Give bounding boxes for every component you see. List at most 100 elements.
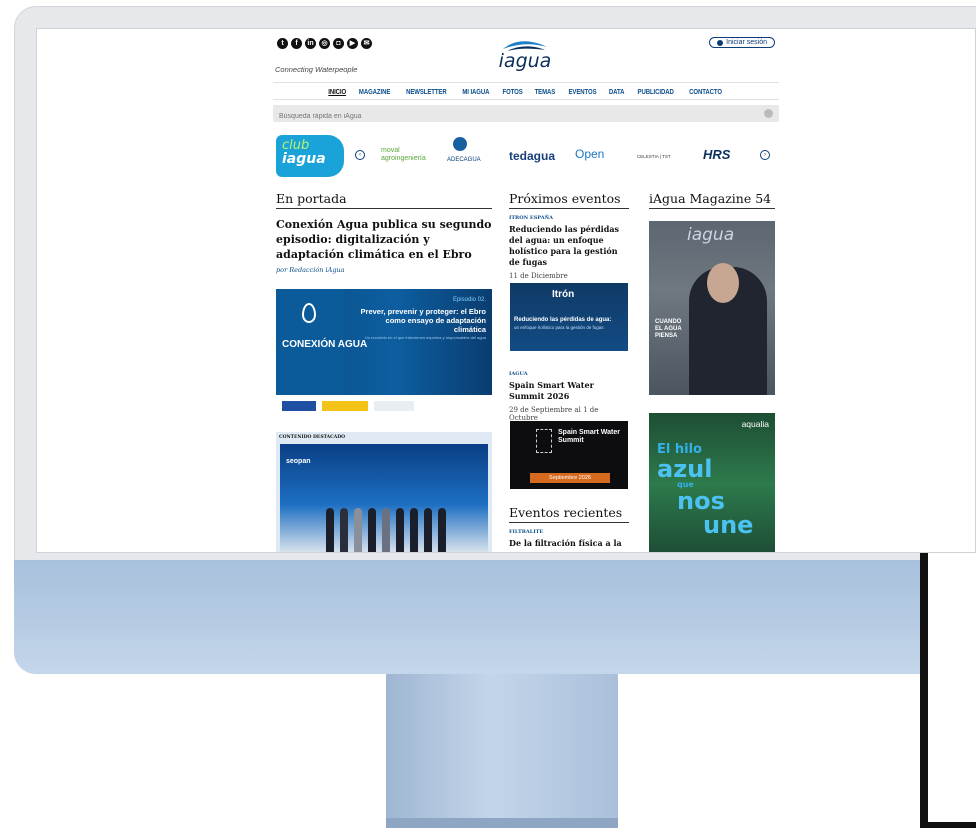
person-figure	[382, 508, 390, 552]
club-iagua-carousel: club iagua ‹ moval agroingeniería ADECAG…	[273, 131, 779, 181]
aqualia-ad[interactable]: aqualia El hilo azul que nos une	[649, 413, 775, 552]
search-icon[interactable]	[764, 109, 773, 118]
banner-subtext: Un recorrido en el que intervienen exper…	[364, 335, 486, 340]
sponsor-open[interactable]: Open	[575, 147, 604, 161]
portada-headline[interactable]: Conexión Agua publica su segundo episodi…	[276, 217, 492, 262]
club-iagua-badge[interactable]: club iagua	[276, 135, 344, 177]
portada-title: En portada	[276, 191, 492, 209]
carousel-prev-icon[interactable]: ‹	[355, 150, 365, 160]
event-kicker[interactable]: ITRON ESPAÑA	[509, 215, 629, 221]
sponsor-celestia[interactable]: CELESTIA | TST	[637, 154, 671, 159]
iagua-website: t f in ◎ ◘ ▶ ✉ Connecting Waterpeople ia…	[273, 29, 779, 552]
facebook-icon[interactable]: f	[291, 38, 302, 49]
event-title[interactable]: De la filtración física a la	[509, 538, 629, 549]
club-brand: iagua	[282, 151, 326, 167]
nav-newsletter[interactable]: NEWSLETTER	[406, 87, 447, 96]
logo-text: iagua	[498, 50, 552, 72]
magazine-column: iAgua Magazine 54	[649, 191, 775, 209]
linkedin-icon[interactable]: in	[305, 38, 316, 49]
circuit-icon	[536, 429, 552, 453]
sponsor-hrs[interactable]: HRS	[703, 147, 730, 162]
nav-contacto[interactable]: CONTACTO	[689, 87, 722, 96]
login-button[interactable]: Iniciar sesión	[709, 37, 775, 48]
nav-inicio[interactable]: INICIO	[328, 87, 346, 96]
event-title[interactable]: Reduciendo las pérdidas del agua: un enf…	[509, 224, 629, 268]
magazine-title: iAgua Magazine 54	[649, 191, 775, 209]
twitter-icon[interactable]: t	[277, 38, 288, 49]
banner-funding-logos	[276, 397, 492, 413]
featured-content[interactable]: CONTENIDO DESTACADO seopan	[276, 432, 492, 552]
user-icon	[717, 39, 724, 46]
conexion-agua-banner[interactable]: CONEXIÓN AGUA Episodio 02. Prever, preve…	[276, 289, 492, 395]
header: t f in ◎ ◘ ▶ ✉ Connecting Waterpeople ia…	[273, 29, 779, 81]
nav-fotos[interactable]: FOTOS	[502, 87, 522, 96]
imac-screen: t f in ◎ ◘ ▶ ✉ Connecting Waterpeople ia…	[36, 28, 976, 553]
eventos-column: Próximos eventos ITRON ESPAÑA Reduciendo…	[509, 191, 629, 280]
person-figure	[424, 508, 432, 552]
imac-stand-base	[386, 818, 618, 828]
banner-brand-panel: CONEXIÓN AGUA	[276, 289, 368, 395]
ad-line: nos	[677, 487, 725, 515]
itron-image-title: Reduciendo las pérdidas de agua:	[514, 317, 612, 323]
banner-brand: CONEXIÓN AGUA	[282, 339, 368, 350]
nav-temas[interactable]: TEMAS	[534, 87, 555, 96]
ad-line: une	[703, 511, 754, 539]
flickr-icon[interactable]: ◘	[333, 38, 344, 49]
summit-image-title: Spain Smart Water Summit	[558, 429, 620, 444]
nav-publicidad[interactable]: PUBLICIDAD	[638, 87, 674, 96]
itron-image-subtitle: un enfoque holístico para la gestión de …	[514, 325, 604, 330]
event-kicker[interactable]: FILTRALITE	[509, 529, 629, 535]
event-image-summit[interactable]: Spain Smart Water Summit Septiembre 2026	[510, 421, 628, 489]
banner-headline: Prever, prevenir y proteger: el Ebro com…	[360, 307, 486, 334]
aqualia-logo: aqualia	[741, 419, 769, 429]
featured-logo: seopan	[286, 458, 311, 465]
magazine-cover[interactable]: iagua CUANDO EL AGUA PIENSA	[649, 221, 775, 395]
banner-episode: Episodio 02.	[452, 297, 486, 303]
event-image-itron[interactable]: Itrón Reduciendo las pérdidas de agua: u…	[510, 283, 628, 351]
person-figure	[354, 508, 362, 552]
ad-slogan: El hilo azul que nos une	[657, 443, 754, 539]
main-nav: INICIO MAGAZINE NEWSLETTER MI IAGUA FOTO…	[273, 82, 779, 100]
featured-label: CONTENIDO DESTACADO	[279, 435, 346, 440]
youtube-icon[interactable]: ▶	[347, 38, 358, 49]
scene: t f in ◎ ◘ ▶ ✉ Connecting Waterpeople ia…	[0, 0, 976, 828]
sponsor-moval[interactable]: moval agroingeniería	[381, 147, 426, 163]
event-kicker[interactable]: IAGUA	[509, 371, 629, 377]
instagram-icon[interactable]: ◎	[319, 38, 330, 49]
site-logo[interactable]: iagua	[495, 37, 555, 77]
sponsor-adecagua[interactable]: ADECAGUA	[447, 157, 481, 163]
water-drop-icon	[302, 303, 316, 323]
nav-eventos[interactable]: EVENTOS	[568, 87, 596, 96]
person-figure	[438, 508, 446, 552]
portada-byline[interactable]: por Redacción iAgua	[276, 266, 492, 274]
itron-logo: Itrón	[552, 289, 575, 300]
cover-face	[707, 263, 739, 303]
person-figure	[340, 508, 348, 552]
person-figure	[410, 508, 418, 552]
summit-image-date: Septiembre 2026	[530, 473, 610, 483]
social-links: t f in ◎ ◘ ▶ ✉	[277, 38, 372, 49]
search-bar	[273, 105, 779, 125]
cover-headline: CUANDO EL AGUA PIENSA	[655, 319, 682, 339]
person-figure	[396, 508, 404, 552]
carousel-next-icon[interactable]: ›	[760, 150, 770, 160]
tagline: Connecting Waterpeople	[275, 65, 358, 74]
nav-mi-iagua[interactable]: MI IAGUA	[462, 87, 489, 96]
cover-logo: iagua	[687, 225, 735, 245]
eu-flag-icon	[282, 401, 316, 411]
event-title[interactable]: Spain Smart Water Summit 2026	[509, 380, 629, 402]
portada-column: En portada Conexión Agua publica su segu…	[276, 191, 492, 274]
nav-data[interactable]: DATA	[609, 87, 625, 96]
gobierno-logo-icon	[322, 401, 368, 411]
nav-magazine[interactable]: MAGAZINE	[359, 87, 390, 96]
ad-line: azul	[657, 455, 713, 483]
login-label: Iniciar sesión	[726, 39, 767, 46]
email-icon[interactable]: ✉	[361, 38, 372, 49]
recent-title: Eventos recientes	[509, 505, 629, 523]
event-date: 11 de Diciembre	[509, 272, 568, 280]
event-2: IAGUA Spain Smart Water Summit 2026 29 d…	[509, 365, 629, 422]
recent-events: Eventos recientes FILTRALITE De la filtr…	[509, 505, 629, 549]
search-input[interactable]	[273, 108, 753, 125]
sponsor-tedagua[interactable]: tedagua	[509, 149, 555, 163]
eventos-title: Próximos eventos	[509, 191, 629, 209]
